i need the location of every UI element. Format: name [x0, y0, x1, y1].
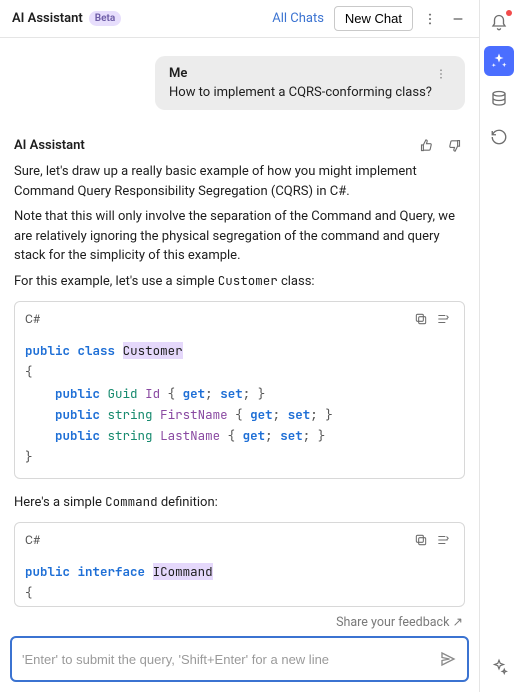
header: AI Assistant Beta All Chats New Chat	[0, 0, 479, 38]
assistant-para-3: For this example, let's use a simple Cus…	[14, 272, 465, 292]
rail-notifications[interactable]	[484, 8, 514, 38]
copy-code-icon[interactable]	[410, 308, 432, 330]
chat-area: Me How to implement a CQRS-conforming cl…	[0, 38, 479, 610]
user-text: How to implement a CQRS-conforming class…	[169, 85, 451, 100]
rail-database[interactable]	[484, 84, 514, 114]
user-name: Me	[169, 66, 187, 81]
send-icon[interactable]	[439, 650, 457, 668]
code-block-2: C# public interface ICommand {	[14, 522, 465, 607]
feedback-row: Share your feedback ↗	[0, 610, 479, 636]
user-message: Me How to implement a CQRS-conforming cl…	[155, 56, 465, 110]
thumbs-down-icon[interactable]	[443, 134, 465, 156]
beta-badge: Beta	[89, 11, 121, 26]
assistant-name: AI Assistant	[14, 138, 85, 153]
insert-code-icon-2[interactable]	[432, 529, 454, 551]
rail-sparkle-outline[interactable]	[484, 652, 514, 682]
minimize-icon[interactable]	[447, 8, 469, 30]
notification-dot	[506, 10, 512, 16]
inline-code-command: Command	[105, 493, 158, 510]
inline-code-customer: Customer	[218, 272, 278, 289]
app-title: AI Assistant	[12, 11, 83, 26]
code-body-1: public class Customer { public Guid Id {…	[15, 336, 464, 478]
more-icon[interactable]	[419, 8, 441, 30]
share-feedback-link[interactable]: Share your feedback ↗	[336, 615, 463, 630]
assistant-para-1: Sure, let's draw up a really basic examp…	[14, 162, 465, 201]
message-more-icon[interactable]	[431, 68, 451, 80]
new-chat-button[interactable]: New Chat	[334, 6, 413, 31]
code-lang-2: C#	[25, 533, 40, 547]
chat-input[interactable]	[22, 652, 439, 667]
code-body-2: public interface ICommand {	[15, 557, 464, 606]
copy-code-icon-2[interactable]	[410, 529, 432, 551]
insert-code-icon[interactable]	[432, 308, 454, 330]
code-lang: C#	[25, 312, 40, 326]
rail-assistant[interactable]	[484, 46, 514, 76]
thumbs-up-icon[interactable]	[415, 134, 437, 156]
all-chats-link[interactable]: All Chats	[272, 11, 324, 26]
assistant-para-2: Note that this will only involve the sep…	[14, 207, 465, 266]
rail-history[interactable]	[484, 122, 514, 152]
assistant-para-4: Here's a simple Command definition:	[14, 493, 465, 513]
right-rail	[480, 0, 518, 692]
chat-input-box[interactable]	[10, 636, 469, 682]
assistant-message: AI Assistant Sure, let's draw up a reall…	[14, 134, 465, 607]
code-block-1: C# public class Customer { public Guid I…	[14, 301, 465, 479]
